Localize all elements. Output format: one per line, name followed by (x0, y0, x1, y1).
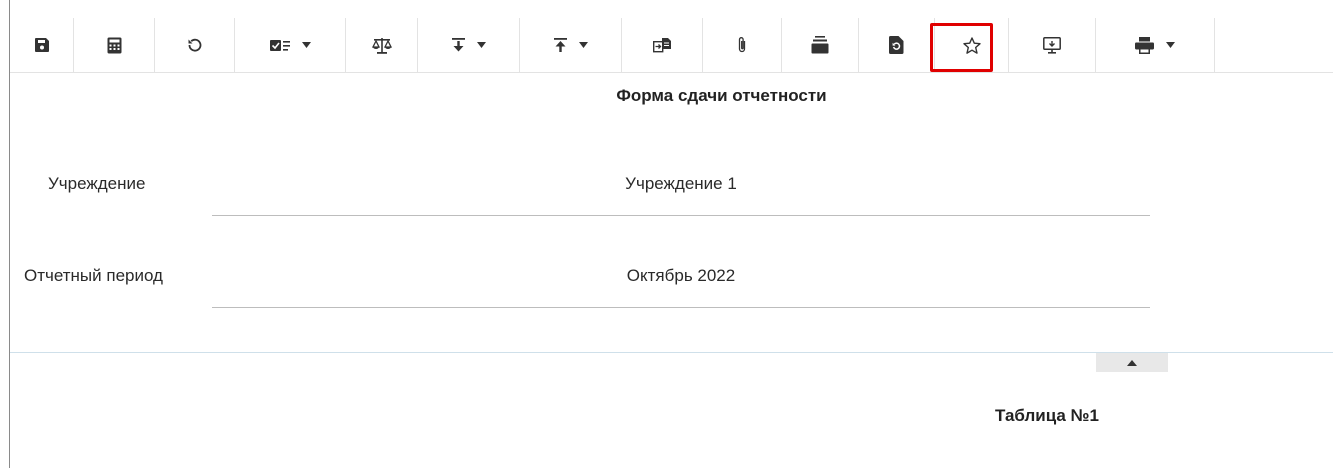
import-dropdown-button[interactable] (418, 18, 520, 72)
refresh-button[interactable] (155, 18, 235, 72)
toolbar (10, 18, 1333, 73)
institution-underline (212, 215, 1150, 216)
transfer-button[interactable] (622, 18, 703, 72)
document-refresh-icon (889, 36, 904, 54)
transfer-icon (652, 38, 671, 53)
chevron-down-icon (1166, 42, 1175, 48)
checklist-dropdown-button[interactable] (235, 18, 346, 72)
table-title: Таблица №1 (995, 406, 1099, 425)
institution-label: Учреждение (48, 174, 146, 193)
scales-icon (371, 37, 392, 54)
save-button[interactable] (10, 18, 74, 72)
institution-field[interactable]: Учреждение 1 (212, 174, 1150, 194)
printer-icon (1135, 36, 1154, 54)
refresh-icon (188, 38, 201, 52)
highlight-frame (930, 23, 993, 72)
calculator-button[interactable] (74, 18, 155, 72)
monitor-icon (1043, 36, 1061, 54)
collapse-button[interactable] (1096, 353, 1168, 372)
chevron-down-icon (476, 42, 486, 48)
chevron-down-icon (578, 42, 588, 48)
page-title: Форма сдачи отчетности (616, 86, 827, 105)
compare-button[interactable] (346, 18, 418, 72)
chevron-down-icon (301, 42, 311, 48)
document-refresh-button[interactable] (859, 18, 935, 72)
layers-icon (811, 36, 829, 54)
layers-button[interactable] (782, 18, 859, 72)
presentation-button[interactable] (1009, 18, 1096, 72)
calculator-icon (107, 37, 121, 53)
chevron-up-icon (1127, 359, 1137, 366)
print-dropdown-button[interactable] (1096, 18, 1215, 72)
export-up-icon (553, 38, 567, 52)
export-dropdown-button[interactable] (520, 18, 622, 72)
attach-button[interactable] (703, 18, 782, 72)
import-down-icon (451, 38, 465, 52)
paperclip-icon (738, 37, 746, 53)
period-underline (212, 307, 1150, 308)
save-icon (34, 38, 49, 52)
checklist-icon (269, 40, 290, 51)
period-field[interactable]: Октябрь 2022 (212, 266, 1150, 286)
period-label: Отчетный период (24, 266, 163, 285)
